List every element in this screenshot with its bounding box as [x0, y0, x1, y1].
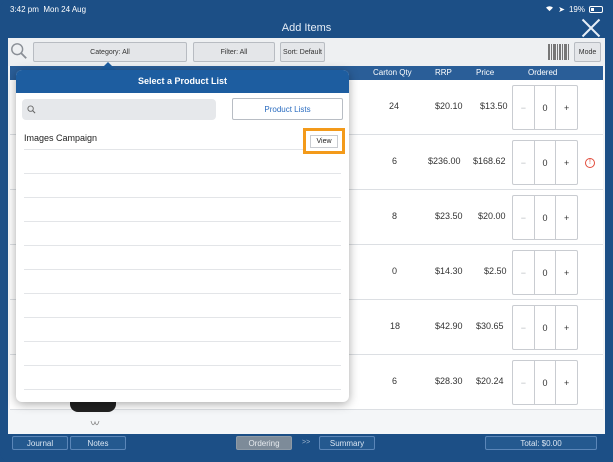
- journal-button[interactable]: Journal: [12, 436, 68, 450]
- list-item-empty: [24, 150, 341, 174]
- ordered-value[interactable]: 0: [535, 141, 556, 184]
- total-display: Total: $0.00: [485, 436, 597, 450]
- carton-qty: 24: [389, 101, 400, 111]
- barcode-icon[interactable]: [548, 44, 570, 60]
- status-bar: 3:42 pm Mon 24 Aug ➤ 19%: [0, 0, 613, 18]
- wifi-icon: [545, 5, 554, 14]
- search-input[interactable]: [22, 99, 216, 120]
- increment-button[interactable]: +: [555, 86, 577, 129]
- step-arrows: >>: [302, 439, 311, 446]
- quantity-stepper: − 0 +: [512, 360, 578, 405]
- price-value: $168.62: [473, 156, 506, 166]
- price-value: $30.65: [476, 321, 504, 331]
- list-item-empty: [24, 270, 341, 294]
- ordered-value[interactable]: 0: [535, 251, 556, 294]
- list-item-empty: [24, 294, 341, 318]
- ordered-value[interactable]: 0: [535, 196, 556, 239]
- bottom-bar: Journal Notes Ordering >> Summary Total:…: [8, 434, 605, 452]
- carton-qty: 8: [392, 211, 398, 221]
- quantity-stepper: − 0 +: [512, 140, 578, 185]
- warning-icon[interactable]: !: [585, 158, 595, 168]
- carton-qty: 6: [392, 376, 398, 386]
- list-item[interactable]: Images Campaign: [24, 126, 341, 150]
- list-item-label: Images Campaign: [24, 133, 98, 143]
- decrement-button[interactable]: −: [513, 196, 535, 239]
- list-item-empty: [24, 246, 341, 270]
- increment-button[interactable]: +: [555, 361, 577, 404]
- product-lists-button[interactable]: Product Lists: [232, 98, 343, 120]
- toolbar: Category: All Filter: All Sort: Default …: [8, 38, 605, 66]
- price-value: $13.50: [480, 101, 508, 111]
- view-button-label: View: [310, 134, 338, 148]
- page-title: Add Items: [281, 22, 332, 34]
- view-button[interactable]: View: [303, 128, 345, 154]
- filter-button[interactable]: Filter: All: [193, 42, 275, 62]
- column-price: Price: [476, 68, 495, 77]
- location-icon: ➤: [558, 4, 565, 14]
- list-item-empty: [24, 198, 341, 222]
- list-item-empty: [24, 366, 341, 390]
- list-item-empty: [24, 174, 341, 198]
- status-date: Mon 24 Aug: [43, 4, 87, 14]
- sort-button[interactable]: Sort: Default: [280, 42, 325, 62]
- column-rrp: RRP: [435, 68, 452, 77]
- ordered-value[interactable]: 0: [535, 306, 556, 349]
- rrp-value: $23.50: [435, 211, 463, 221]
- battery-icon: [589, 5, 603, 13]
- list-item-empty: [24, 318, 341, 342]
- list-item-empty: [24, 342, 341, 366]
- carton-qty: 18: [390, 321, 401, 331]
- battery-percent: 19%: [568, 4, 585, 14]
- category-button[interactable]: Category: All: [33, 42, 187, 62]
- quantity-stepper: − 0 +: [512, 250, 578, 295]
- popover-arrow: [100, 62, 116, 70]
- search-icon[interactable]: [10, 42, 28, 60]
- decrement-button[interactable]: −: [513, 361, 535, 404]
- rrp-value: $42.90: [435, 321, 463, 331]
- increment-button[interactable]: +: [555, 251, 577, 294]
- rrp-value: $20.10: [435, 101, 463, 111]
- summary-tab[interactable]: Summary: [319, 436, 375, 450]
- rrp-value: $28.30: [435, 376, 463, 386]
- status-time: 3:42 pm: [10, 4, 39, 14]
- popover-search: [22, 99, 216, 120]
- column-carton-qty: Carton Qty: [373, 68, 412, 77]
- mode-button[interactable]: Mode: [574, 42, 601, 62]
- popover-title: Select a Product List: [16, 70, 349, 93]
- ordered-value[interactable]: 0: [535, 361, 556, 404]
- decrement-button[interactable]: −: [513, 86, 535, 129]
- ordered-value[interactable]: 0: [535, 86, 556, 129]
- decrement-button[interactable]: −: [513, 141, 535, 184]
- product-image-fragment: [70, 402, 116, 412]
- carton-qty: 0: [392, 266, 398, 276]
- increment-button[interactable]: +: [555, 306, 577, 349]
- quantity-stepper: − 0 +: [512, 195, 578, 240]
- ordering-tab[interactable]: Ordering: [236, 436, 292, 450]
- search-icon: [27, 105, 36, 114]
- list-item-empty: [24, 222, 341, 246]
- product-list-popover: Select a Product List Product Lists Imag…: [16, 70, 349, 402]
- close-icon[interactable]: [581, 18, 601, 38]
- rrp-value: $236.00: [428, 156, 461, 166]
- quantity-stepper: − 0 +: [512, 305, 578, 350]
- decrement-button[interactable]: −: [513, 251, 535, 294]
- rrp-value: $14.30: [435, 266, 463, 276]
- price-value: $20.00: [478, 211, 506, 221]
- carton-qty: 6: [392, 156, 398, 166]
- app-window: 3:42 pm Mon 24 Aug ➤ 19% Add Items Categ…: [0, 0, 613, 462]
- product-sketch-fragment: [90, 420, 100, 431]
- notes-button[interactable]: Notes: [70, 436, 126, 450]
- increment-button[interactable]: +: [555, 141, 577, 184]
- quantity-stepper: − 0 +: [512, 85, 578, 130]
- price-value: $20.24: [476, 376, 504, 386]
- increment-button[interactable]: +: [555, 196, 577, 239]
- decrement-button[interactable]: −: [513, 306, 535, 349]
- price-value: $2.50: [484, 266, 507, 276]
- column-ordered: Ordered: [528, 68, 558, 77]
